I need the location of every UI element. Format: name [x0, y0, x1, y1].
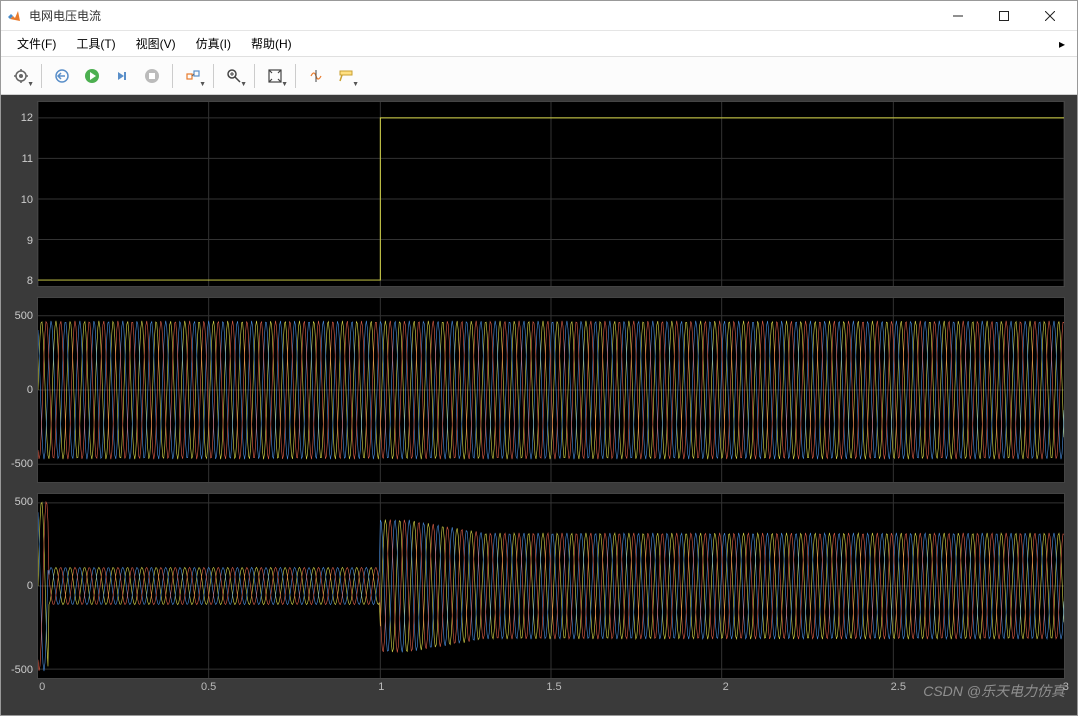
- separator: [254, 64, 255, 88]
- ytick: 11: [22, 153, 33, 165]
- menu-overflow-icon[interactable]: ▸: [1055, 37, 1069, 51]
- plot-3-yaxis: 500 0 -500: [7, 493, 37, 679]
- xtick: 1.5: [546, 681, 561, 693]
- matlab-icon: [7, 8, 23, 24]
- xtick: 2: [723, 681, 729, 693]
- plot-3-canvas: [37, 493, 1065, 679]
- menu-file[interactable]: 文件(F): [9, 32, 64, 55]
- close-button[interactable]: [1027, 1, 1073, 31]
- stop-button[interactable]: [138, 62, 166, 90]
- ytick: 500: [15, 310, 33, 322]
- separator: [41, 64, 42, 88]
- autoscale-button[interactable]: ▼: [261, 62, 289, 90]
- settings-button[interactable]: ▼: [7, 62, 35, 90]
- minimize-button[interactable]: [935, 1, 981, 31]
- run-button[interactable]: [78, 62, 106, 90]
- ytick: 8: [27, 275, 33, 287]
- plot-3[interactable]: 500 0 -500: [7, 493, 1071, 679]
- plot-2[interactable]: 500 0 -500: [7, 297, 1071, 483]
- menu-view[interactable]: 视图(V): [128, 32, 184, 55]
- window-controls: [935, 1, 1073, 31]
- xtick: 2.5: [891, 681, 906, 693]
- plot-2-yaxis: 500 0 -500: [7, 297, 37, 483]
- ytick: 12: [21, 112, 33, 124]
- ytick: 9: [27, 235, 33, 247]
- maximize-button[interactable]: [981, 1, 1027, 31]
- ytick: 0: [27, 580, 33, 592]
- menu-tools[interactable]: 工具(T): [68, 32, 123, 55]
- window-title: 电网电压电流: [29, 7, 935, 24]
- title-bar: 电网电压电流: [1, 1, 1077, 31]
- plot-1-canvas: [37, 101, 1065, 287]
- ytick: -500: [11, 458, 33, 470]
- xtick: 0: [39, 681, 45, 693]
- cursor-button[interactable]: [302, 62, 330, 90]
- xtick: 3: [1063, 681, 1069, 693]
- xtick: 1: [378, 681, 384, 693]
- ytick: 500: [15, 496, 33, 508]
- menu-simulation[interactable]: 仿真(I): [188, 32, 239, 55]
- separator: [213, 64, 214, 88]
- plot-2-canvas: [37, 297, 1065, 483]
- menu-help[interactable]: 帮助(H): [243, 32, 300, 55]
- ytick: 0: [27, 384, 33, 396]
- menu-bar: 文件(F) 工具(T) 视图(V) 仿真(I) 帮助(H) ▸: [1, 31, 1077, 57]
- ytick: 10: [21, 194, 33, 206]
- x-axis: 0 0.5 1 1.5 2 2.5 3: [37, 681, 1071, 695]
- step-forward-button[interactable]: [108, 62, 136, 90]
- toolbar: ▼ ▼ ▼ ▼ ▼: [1, 57, 1077, 95]
- scope-window: 电网电压电流 文件(F) 工具(T) 视图(V) 仿真(I) 帮助(H) ▸ ▼…: [0, 0, 1078, 716]
- separator: [295, 64, 296, 88]
- scope-area: 12 11 10 9 8 500 0 -500: [1, 95, 1077, 715]
- plot-1-yaxis: 12 11 10 9 8: [7, 101, 37, 287]
- measurements-button[interactable]: ▼: [332, 62, 360, 90]
- separator: [172, 64, 173, 88]
- zoom-button[interactable]: ▼: [220, 62, 248, 90]
- plot-1[interactable]: 12 11 10 9 8: [7, 101, 1071, 287]
- highlight-button[interactable]: ▼: [179, 62, 207, 90]
- step-back-button[interactable]: [48, 62, 76, 90]
- ytick: -500: [11, 664, 33, 676]
- xtick: 0.5: [201, 681, 216, 693]
